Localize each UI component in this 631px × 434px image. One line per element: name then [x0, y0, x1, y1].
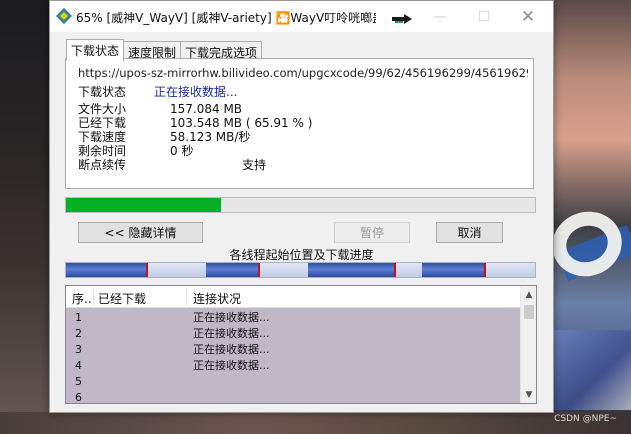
column-separator[interactable] — [93, 288, 94, 306]
tab-download-status[interactable]: 下载状态 — [66, 39, 125, 61]
background-bottom — [0, 412, 631, 434]
column-connection-status[interactable]: 连接状况 — [193, 290, 241, 307]
list-row[interactable]: 1 正在接收数据... — [66, 310, 520, 326]
column-downloaded[interactable]: 已经下载 — [98, 290, 146, 307]
column-separator[interactable] — [186, 288, 187, 306]
thread-segment-2 — [206, 263, 258, 277]
downloaded-label: 已经下载 — [78, 116, 127, 130]
file-size-label: 文件大小 — [78, 102, 127, 116]
status-value: 正在接收数据... — [154, 85, 238, 99]
status-label: 下载状态 — [78, 85, 127, 99]
scrollbar-thumb[interactable] — [524, 305, 534, 319]
thread-segment-4 — [422, 263, 484, 277]
downloaded-value: 103.548 MB ( 65.91 % ) — [170, 116, 313, 130]
arrow-right-icon — [392, 14, 412, 24]
row-status: 正在接收数据... — [193, 359, 270, 372]
cancel-button[interactable]: 取消 — [436, 222, 503, 243]
minimize-icon: — — [433, 8, 447, 25]
thread-remaining-3 — [396, 263, 422, 277]
minimize-button[interactable]: — — [418, 1, 462, 32]
background-box — [548, 330, 631, 410]
chevron-up-icon: ▲ — [525, 289, 533, 300]
thread-list-body: 1 正在接收数据... 2 正在接收数据... 3 正在接收数据... 4 正在… — [66, 308, 520, 404]
close-icon: ✕ — [520, 6, 536, 27]
speed-value: 58.123 MB/秒 — [170, 130, 251, 144]
row-index: 2 — [75, 327, 82, 340]
window-title: 65% [威神V_WayV] [威神V-ariety] 🎦WayV叮呤咣啷蛊..… — [76, 11, 376, 25]
column-index[interactable]: 序.. — [72, 290, 92, 307]
row-index: 6 — [75, 391, 82, 404]
resume-value: 支持 — [242, 158, 267, 172]
remaining-label: 剩余时间 — [78, 144, 127, 158]
tab-strip: 下载状态 速度限制 下载完成选项 — [66, 39, 263, 61]
thread-segment-3 — [308, 263, 394, 277]
file-size-value: 157.084 MB — [170, 102, 243, 116]
row-status: 正在接收数据... — [193, 311, 270, 324]
maximize-button[interactable]: ☐ — [462, 1, 506, 32]
thread-list[interactable]: 序.. 已经下载 连接状况 1 正在接收数据... 2 正在接收数据... 3 … — [65, 285, 537, 404]
hide-details-button[interactable]: << 隐藏详情 — [78, 222, 203, 243]
list-row[interactable]: 4 正在接收数据... — [66, 358, 520, 374]
download-app-icon — [56, 8, 72, 24]
chevron-down-icon: ▼ — [525, 389, 533, 400]
watermark: CSDN @NPE~ — [554, 414, 617, 424]
thread-remaining-2 — [260, 263, 308, 277]
background-left — [0, 0, 52, 434]
speed-label: 下载速度 — [78, 130, 127, 144]
maximize-icon: ☐ — [477, 8, 491, 25]
thread-list-header: 序.. 已经下载 连接状况 — [66, 286, 520, 308]
scroll-up-button[interactable]: ▲ — [521, 286, 536, 303]
list-row[interactable]: 6 — [66, 390, 520, 404]
download-dialog: 65% [威神V_WayV] [威神V-ariety] 🎦WayV叮呤咣啷蛊..… — [49, 0, 554, 413]
download-status-panel: https://upos-sz-mirrorhw.bilivideo.com/u… — [65, 58, 534, 189]
pause-button[interactable]: 暂停 — [334, 222, 410, 243]
row-index: 1 — [75, 311, 82, 324]
row-index: 4 — [75, 359, 82, 372]
close-button[interactable]: ✕ — [506, 1, 550, 32]
list-row[interactable]: 2 正在接收数据... — [66, 326, 520, 342]
scroll-down-button[interactable]: ▼ — [521, 386, 536, 403]
resume-label: 断点续传 — [78, 158, 127, 172]
remaining-value: 0 秒 — [170, 144, 194, 158]
list-row[interactable]: 3 正在接收数据... — [66, 342, 520, 358]
progress-fill — [66, 198, 221, 212]
row-index: 3 — [75, 343, 82, 356]
download-url: https://upos-sz-mirrorhw.bilivideo.com/u… — [78, 66, 528, 80]
download-progress-bar — [65, 197, 536, 213]
thread-segment-1 — [66, 263, 146, 277]
title-bar[interactable]: 65% [威神V_WayV] [威神V-ariety] 🎦WayV叮呤咣啷蛊..… — [50, 1, 553, 32]
threads-caption: 各线程起始位置及下载进度 — [229, 248, 374, 262]
row-status: 正在接收数据... — [193, 327, 270, 340]
vertical-scrollbar[interactable]: ▲ ▼ — [520, 286, 536, 403]
thread-remaining-4 — [486, 263, 535, 277]
row-status: 正在接收数据... — [193, 343, 270, 356]
thread-remaining-1 — [148, 263, 206, 277]
row-index: 5 — [75, 375, 82, 388]
list-row[interactable]: 5 — [66, 374, 520, 390]
thread-progress-bar — [65, 262, 536, 278]
